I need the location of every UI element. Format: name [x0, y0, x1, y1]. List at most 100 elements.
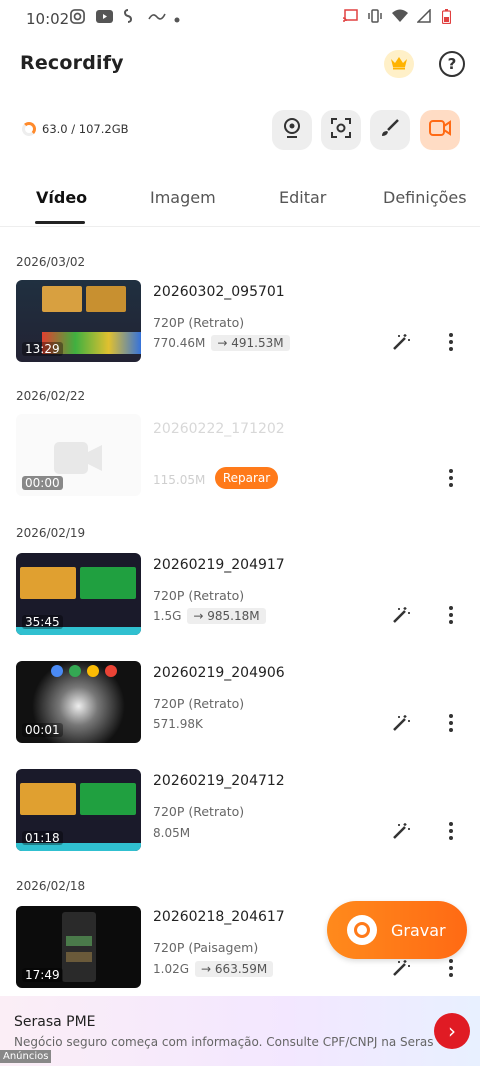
vibrate-icon	[367, 9, 383, 23]
video-duration: 00:00	[22, 476, 63, 490]
video-name: 20260219_204906	[153, 665, 285, 681]
video-size: 115.05M	[153, 473, 206, 487]
date-header: 2026/03/02	[16, 255, 86, 269]
video-name: 20260302_095701	[153, 284, 285, 300]
compressed-size: 491.53M	[231, 336, 284, 350]
more-options-button[interactable]	[440, 957, 462, 979]
video-duration: 35:45	[22, 615, 63, 629]
video-size: 770.46M → 491.53M	[153, 335, 290, 351]
webcam-icon	[281, 117, 303, 143]
arrow-right-icon: →	[193, 609, 204, 623]
storage-text: 63.0 / 107.2GB	[42, 122, 129, 136]
video-thumbnail[interactable]: 13:29	[16, 280, 141, 362]
video-size: 1.02G → 663.59M	[153, 961, 274, 977]
screenshot-icon	[330, 117, 352, 143]
compressed-size-badge: → 663.59M	[195, 961, 274, 977]
original-size: 571.98K	[153, 717, 203, 731]
record-label: Gravar	[391, 920, 446, 940]
original-size: 770.46M	[153, 336, 206, 350]
original-size: 8.05M	[153, 826, 191, 840]
magic-wand-button[interactable]	[391, 821, 411, 841]
battery-icon	[441, 9, 458, 25]
more-options-button[interactable]	[440, 604, 462, 626]
repair-button[interactable]: Reparar	[215, 467, 278, 489]
video-duration: 00:01	[22, 723, 63, 737]
video-name: 20260219_204712	[153, 773, 285, 789]
video-size: 8.05M	[153, 826, 190, 840]
video-size: 1.5G → 985.18M	[153, 608, 266, 624]
more-options-button[interactable]	[440, 820, 462, 842]
video-duration: 13:29	[22, 342, 63, 356]
screenshot-button[interactable]	[321, 110, 361, 150]
magic-wand-button[interactable]	[391, 958, 411, 978]
video-resolution: 720P (Retrato)	[153, 696, 245, 711]
brush-button[interactable]	[370, 110, 410, 150]
magic-wand-icon	[393, 715, 410, 731]
wifi-icon	[392, 9, 408, 23]
original-size: 1.02G	[153, 962, 190, 976]
tab-video[interactable]: Vídeo	[36, 188, 87, 207]
magic-wand-button[interactable]	[391, 713, 411, 733]
video-thumbnail[interactable]: 01:18	[16, 769, 141, 851]
help-icon: ?	[447, 55, 457, 73]
video-thumbnail[interactable]: 35:45	[16, 553, 141, 635]
magic-wand-icon	[393, 823, 410, 839]
video-duration: 17:49	[22, 968, 63, 982]
video-resolution: 720P (Retrato)	[153, 315, 245, 330]
video-resolution: 720P (Retrato)	[153, 804, 245, 819]
video-name: 20260219_204917	[153, 557, 285, 573]
more-notifications-icon	[174, 9, 190, 23]
video-thumbnail[interactable]: 00:00	[16, 414, 141, 496]
app-title: Recordify	[20, 52, 124, 74]
tab-edit[interactable]: Editar	[279, 188, 326, 207]
ad-title: Serasa PME	[14, 1014, 96, 1030]
date-header: 2026/02/19	[16, 526, 86, 540]
help-button[interactable]: ?	[439, 51, 465, 77]
ad-label: Anúncios	[0, 1050, 52, 1063]
video-camera-icon	[428, 119, 452, 141]
tab-image[interactable]: Imagem	[150, 188, 216, 207]
video-resolution: 720P (Retrato)	[153, 588, 245, 603]
status-system-icons	[342, 8, 458, 25]
status-bar: 10:02	[0, 0, 480, 38]
ad-banner[interactable]	[0, 996, 480, 1066]
brand-notification-icon	[148, 9, 166, 23]
ad-open-button[interactable]: ›	[434, 1013, 470, 1049]
video-thumbnail[interactable]: 17:49	[16, 906, 141, 988]
tab-indicator	[35, 221, 85, 224]
tabs-divider	[0, 226, 480, 227]
video-duration: 01:18	[22, 831, 63, 845]
tab-settings[interactable]: Definições	[383, 188, 467, 207]
instagram-icon	[70, 9, 86, 24]
video-record-tool-button[interactable]	[420, 110, 460, 150]
video-size: 571.98K	[153, 717, 203, 731]
magic-wand-button[interactable]	[391, 332, 411, 352]
webcam-button[interactable]	[272, 110, 312, 150]
app-notification-icon	[122, 9, 138, 23]
storage-indicator: 63.0 / 107.2GB	[22, 122, 129, 136]
cast-icon	[342, 9, 358, 23]
video-placeholder-icon	[54, 442, 104, 478]
video-resolution: 720P (Paisagem)	[153, 940, 259, 955]
magic-wand-icon	[393, 334, 410, 350]
ad-text: Negócio seguro começa com informação. Co…	[14, 1035, 434, 1049]
storage-ring-icon	[22, 122, 36, 136]
magic-wand-icon	[393, 607, 410, 623]
more-options-button[interactable]	[440, 467, 462, 489]
arrow-right-icon: →	[201, 962, 212, 976]
youtube-icon	[96, 9, 113, 23]
more-options-button[interactable]	[440, 331, 462, 353]
crown-icon	[390, 55, 408, 74]
premium-button[interactable]	[384, 50, 414, 78]
original-size: 1.5G	[153, 609, 182, 623]
video-name: 20260222_171202	[153, 421, 285, 437]
compressed-size-badge: → 985.18M	[187, 608, 266, 624]
magic-wand-button[interactable]	[391, 605, 411, 625]
record-button[interactable]: Gravar	[327, 901, 467, 959]
date-header: 2026/02/18	[16, 879, 86, 893]
brush-icon	[379, 117, 401, 143]
video-thumbnail[interactable]: 00:01	[16, 661, 141, 743]
compressed-size: 663.59M	[214, 962, 268, 976]
status-time: 10:02	[26, 10, 70, 28]
more-options-button[interactable]	[440, 712, 462, 734]
